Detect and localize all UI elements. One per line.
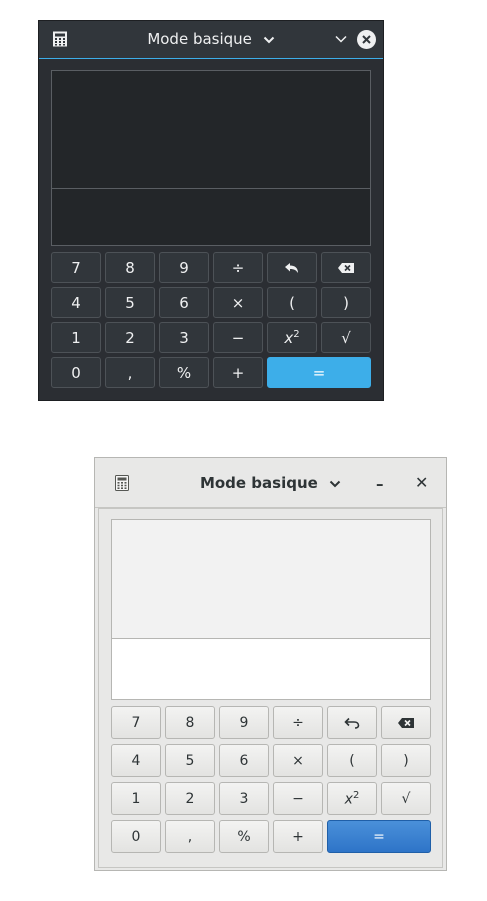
key-square[interactable]: x2 [327,782,377,815]
key-equals[interactable]: = [267,357,371,388]
key-close-paren[interactable]: ) [381,744,431,777]
display-area [51,70,371,246]
key-2[interactable]: 2 [165,782,215,815]
close-icon [362,35,371,44]
mode-selector[interactable]: Mode basique [95,474,446,492]
key-percent[interactable]: % [159,357,209,388]
undo-button[interactable] [327,706,377,739]
key-4[interactable]: 4 [51,287,101,318]
key-5[interactable]: 5 [165,744,215,777]
key-divide[interactable]: ÷ [213,252,263,283]
key-1[interactable]: 1 [111,782,161,815]
key-0[interactable]: 0 [51,357,101,388]
key-6[interactable]: 6 [219,744,269,777]
backspace-button[interactable] [321,252,371,283]
key-8[interactable]: 8 [105,252,155,283]
key-7[interactable]: 7 [111,706,161,739]
key-multiply[interactable]: × [213,287,263,318]
key-5[interactable]: 5 [105,287,155,318]
key-open-paren[interactable]: ( [267,287,317,318]
key-close-paren[interactable]: ) [321,287,371,318]
input-area[interactable] [112,638,430,699]
key-divide[interactable]: ÷ [273,706,323,739]
key-2[interactable]: 2 [105,322,155,353]
key-plus[interactable]: + [213,357,263,388]
chevron-down-icon [329,480,341,487]
key-1[interactable]: 1 [51,322,101,353]
square-base: x [284,328,294,347]
key-minus[interactable]: − [273,782,323,815]
history-area [112,520,430,638]
key-3[interactable]: 3 [159,322,209,353]
minimize-button[interactable]: – [376,475,384,493]
key-square[interactable]: x2 [267,322,317,353]
calculator-window-light: Mode basique – ✕ 7 8 9 ÷ 4 5 6 × ( ) 1 2… [94,457,447,871]
calculator-window-dark: Mode basique 7 8 9 ÷ 4 5 6 × () 1 2 3 −… [38,20,384,401]
chevron-down-icon [263,36,274,43]
key-4[interactable]: 4 [111,744,161,777]
key-0[interactable]: 0 [111,820,161,853]
key-sqrt[interactable]: √ [321,322,371,353]
key-9[interactable]: 9 [219,706,269,739]
minimize-icon[interactable] [333,31,349,47]
key-percent[interactable]: % [219,820,269,853]
key-9[interactable]: 9 [159,252,209,283]
window-title: Mode basique [199,474,318,492]
undo-icon [344,717,360,729]
square-exponent: 2 [293,328,300,340]
title-bar[interactable]: Mode basique [39,21,383,59]
undo-button[interactable] [267,252,317,283]
key-multiply[interactable]: × [273,744,323,777]
display-area [111,519,431,700]
backspace-icon [338,262,354,273]
key-comma[interactable]: , [105,357,155,388]
square-exponent: 2 [352,789,360,801]
close-button[interactable]: ✕ [415,473,428,492]
key-8[interactable]: 8 [165,706,215,739]
undo-icon [285,262,298,273]
key-comma[interactable]: , [165,820,215,853]
backspace-button[interactable] [381,706,431,739]
backspace-icon [398,717,414,728]
key-sqrt[interactable]: √ [381,782,431,815]
key-7[interactable]: 7 [51,252,101,283]
history-area [52,71,370,188]
key-6[interactable]: 6 [159,287,209,318]
window-title: Mode basique [147,30,252,48]
mode-selector[interactable]: Mode basique [39,30,383,48]
title-bar[interactable]: Mode basique – ✕ [95,458,446,508]
key-minus[interactable]: − [213,322,263,353]
key-plus[interactable]: + [273,820,323,853]
square-base: x [344,791,353,808]
key-equals[interactable]: = [327,820,431,853]
key-3[interactable]: 3 [219,782,269,815]
input-area[interactable] [52,189,370,245]
close-button[interactable] [357,30,376,49]
key-open-paren[interactable]: ( [327,744,377,777]
